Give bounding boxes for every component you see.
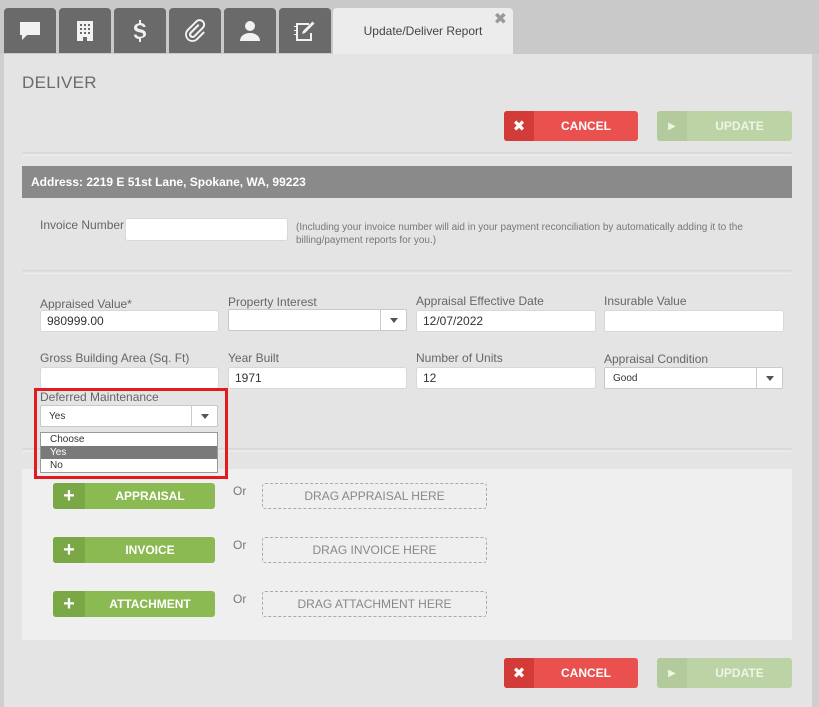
condition-value: Good <box>613 372 638 384</box>
highlight-box <box>34 388 228 479</box>
plus-icon: + <box>53 591 85 617</box>
appraisal-drop-zone[interactable]: DRAG APPRAISAL HERE <box>262 483 487 509</box>
tab-update-deliver[interactable]: Update/Deliver Report ✖ <box>333 8 513 54</box>
divider <box>22 152 792 156</box>
property-interest-select[interactable] <box>228 309 407 331</box>
gross-area-label: Gross Building Area (Sq. Ft) <box>40 351 190 365</box>
update-label: UPDATE <box>715 666 764 680</box>
close-icon: ✖ <box>504 111 534 141</box>
effective-date-label: Appraisal Effective Date <box>416 294 544 308</box>
chat-icon <box>20 21 40 40</box>
page-title: DELIVER <box>22 73 97 92</box>
or-label: Or <box>233 484 247 498</box>
cancel-label: CANCEL <box>561 119 611 133</box>
add-attachment-button[interactable]: + ATTACHMENT <box>53 591 215 617</box>
or-label: Or <box>233 592 247 606</box>
plus-icon: + <box>53 483 85 509</box>
add-invoice-label: INVOICE <box>125 543 175 557</box>
tab-billing[interactable] <box>114 8 166 53</box>
notebook-edit-icon <box>294 21 315 41</box>
units-input[interactable]: 12 <box>416 367 596 389</box>
or-label: Or <box>233 538 247 552</box>
chevron-down-icon <box>380 310 406 330</box>
condition-select[interactable]: Good <box>604 367 783 389</box>
insurable-value-input[interactable] <box>604 310 784 332</box>
cancel-label: CANCEL <box>561 666 611 680</box>
user-icon <box>240 20 260 41</box>
invoice-number-label: Invoice Number <box>40 218 125 232</box>
condition-label: Appraisal Condition <box>604 352 709 366</box>
tab-contacts[interactable] <box>224 8 276 53</box>
year-built-label: Year Built <box>228 351 279 365</box>
invoice-help-text: (Including your invoice number will aid … <box>296 222 743 246</box>
building-icon <box>77 20 93 41</box>
add-invoice-button[interactable]: + INVOICE <box>53 537 215 563</box>
invoice-drop-zone[interactable]: DRAG INVOICE HERE <box>262 537 487 563</box>
tab-notes[interactable] <box>279 8 331 53</box>
year-built-input[interactable]: 1971 <box>228 367 407 389</box>
appraised-value-label: Appraised Value* <box>40 297 132 311</box>
close-icon: ✖ <box>504 658 534 688</box>
address-bar: Address: 2219 E 51st Lane, Spokane, WA, … <box>22 166 792 198</box>
effective-date-input[interactable]: 12/07/2022 <box>416 310 596 332</box>
dollar-icon <box>133 19 146 42</box>
insurable-value-label: Insurable Value <box>604 294 687 308</box>
paperclip-icon <box>185 18 206 42</box>
deliver-panel: DELIVER ✖ CANCEL ▶ UPDATE Address: 2219 … <box>4 54 812 707</box>
appraised-value-input[interactable]: 980999.00 <box>40 310 219 332</box>
play-icon: ▶ <box>657 111 687 141</box>
attachment-drop-zone[interactable]: DRAG ATTACHMENT HERE <box>262 591 487 617</box>
tab-attachments[interactable] <box>169 8 221 53</box>
property-interest-label: Property Interest <box>228 295 317 309</box>
tab-label: Update/Deliver Report <box>363 24 483 38</box>
update-label: UPDATE <box>715 119 764 133</box>
invoice-number-input[interactable] <box>125 218 288 241</box>
units-label: Number of Units <box>416 351 503 365</box>
tab-bar: Update/Deliver Report ✖ <box>0 0 819 54</box>
plus-icon: + <box>53 537 85 563</box>
chevron-down-icon <box>756 368 782 388</box>
tab-property[interactable] <box>59 8 111 53</box>
cancel-button[interactable]: ✖ CANCEL <box>504 111 638 141</box>
divider <box>22 270 792 274</box>
update-button-bottom[interactable]: ▶ UPDATE <box>657 658 792 688</box>
cancel-button-bottom[interactable]: ✖ CANCEL <box>504 658 638 688</box>
update-button[interactable]: ▶ UPDATE <box>657 111 792 141</box>
tab-messages[interactable] <box>4 8 56 53</box>
upload-area: + APPRAISAL Or DRAG APPRAISAL HERE + INV… <box>22 469 792 640</box>
close-icon[interactable]: ✖ <box>494 12 507 28</box>
gross-area-input[interactable] <box>40 367 219 389</box>
play-icon: ▶ <box>657 658 687 688</box>
add-attachment-label: ATTACHMENT <box>109 597 191 611</box>
add-appraisal-label: APPRAISAL <box>115 489 185 503</box>
add-appraisal-button[interactable]: + APPRAISAL <box>53 483 215 509</box>
